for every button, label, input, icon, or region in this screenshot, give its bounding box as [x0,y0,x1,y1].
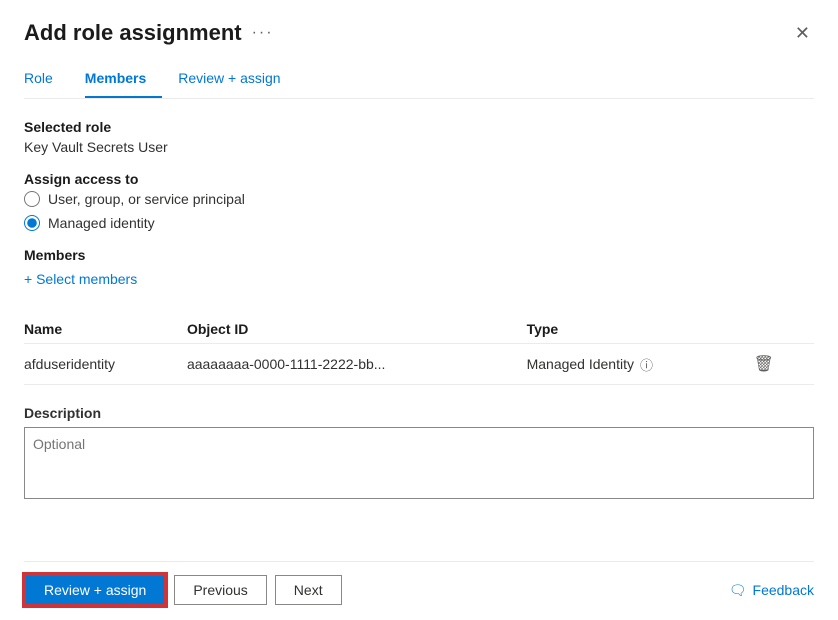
radio-user-group[interactable]: User, group, or service principal [24,191,814,207]
tabs-bar: Role Members Review + assign [24,62,814,99]
footer: Review + assign Previous Next 🗨 Feedback [24,561,814,620]
cell-type-value: Managed Identity [527,356,634,372]
radio-user-group-input[interactable] [24,191,40,207]
col-name: Name [24,315,187,344]
more-options-icon[interactable]: ··· [252,24,274,42]
description-label: Description [24,405,814,421]
feedback-button[interactable]: 🗨 Feedback [729,582,814,599]
select-members-link[interactable]: + Select members [24,271,137,287]
previous-button[interactable]: Previous [174,575,266,605]
col-type: Type [527,315,748,344]
tab-members[interactable]: Members [85,62,162,98]
review-assign-button[interactable]: Review + assign [24,574,166,606]
description-section: Description [24,405,814,502]
radio-managed-identity[interactable]: Managed identity [24,215,814,231]
assign-access-label: Assign access to [24,171,814,187]
dialog-title-row: Add role assignment ··· [24,20,274,46]
add-role-assignment-dialog: Add role assignment ··· ✕ Role Members R… [0,0,838,620]
description-textarea[interactable] [24,427,814,499]
members-label: Members [24,247,814,263]
members-table: Name Object ID Type afduseridentity aaaa… [24,315,814,385]
radio-managed-identity-label: Managed identity [48,215,155,231]
feedback-label: Feedback [753,582,814,598]
tab-role[interactable]: Role [24,62,69,98]
dialog-content: Selected role Key Vault Secrets User Ass… [24,119,814,549]
dialog-title: Add role assignment [24,20,242,46]
selected-role-label: Selected role [24,119,814,135]
feedback-icon: 🗨 [729,582,747,599]
radio-managed-identity-input[interactable] [24,215,40,231]
cell-type: Managed Identity ⓘ [527,344,748,385]
cell-name: afduseridentity [24,344,187,385]
tab-review-assign[interactable]: Review + assign [178,62,296,98]
dialog-header: Add role assignment ··· ✕ [24,20,814,46]
col-object-id: Object ID [187,315,527,344]
selected-role-value: Key Vault Secrets User [24,139,814,155]
info-icon[interactable]: ⓘ [640,355,653,374]
assign-access-radio-group: User, group, or service principal Manage… [24,191,814,231]
radio-user-group-label: User, group, or service principal [48,191,245,207]
delete-row-button[interactable]: 🗑 [748,352,780,376]
next-button[interactable]: Next [275,575,342,605]
members-section: Members + Select members [24,247,814,303]
close-button[interactable]: ✕ [791,20,814,46]
table-row: afduseridentity aaaaaaaa-0000-1111-2222-… [24,344,814,385]
cell-object-id: aaaaaaaa-0000-1111-2222-bb... [187,344,527,385]
cell-delete: 🗑 [748,344,814,385]
col-actions [748,315,814,344]
